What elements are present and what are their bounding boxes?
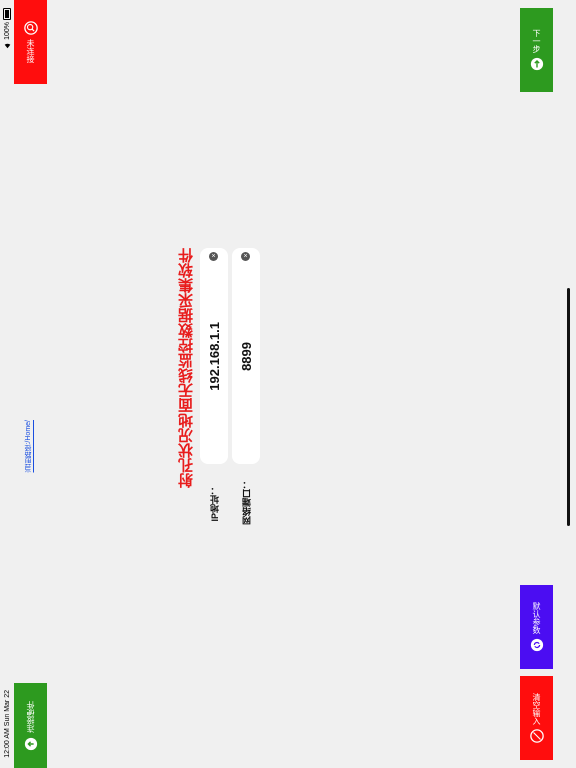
scroll-indicator[interactable] [567,288,570,526]
disconnected-button[interactable]: 未连接 [14,0,47,84]
arrow-up-circle-icon [530,57,543,71]
connect-hardware-button[interactable]: 连接硬件 [14,683,47,768]
status-bar-time: 12:00 AM Sun Mar 22 [0,680,14,768]
clear-x-icon[interactable]: × [209,252,218,261]
refresh-icon [530,638,543,652]
network-port-value: 8899 [238,341,254,371]
status-bar-right: 100% [0,8,14,60]
disconnected-label: 未连接 [26,39,35,63]
status-time-date: 12:00 AM Sun Mar 22 [3,690,11,758]
current-path-link[interactable]: 当前路径:/Home/ [24,420,34,473]
battery-percent: 100% [3,22,11,40]
arrow-down-circle-icon [24,737,37,750]
no-entry-icon [529,729,544,743]
default-params-button[interactable]: 默认参数 [520,585,553,669]
clear-x-icon[interactable]: × [241,252,250,261]
network-port-label: 网络端口： [242,480,252,525]
next-step-button[interactable]: 下一步 [520,8,553,92]
next-step-label: 下一步 [532,29,541,53]
ip-address-input[interactable]: 192.168.1.1 × [200,248,228,464]
clear-input-button[interactable]: 清空输入 [520,676,553,760]
app-title: 射孔状况地面无线监控数据采集软件 [178,248,195,488]
wifi-icon [4,43,10,49]
connect-hardware-label: 连接硬件 [26,700,35,733]
battery-icon [3,8,11,20]
clear-input-label: 清空输入 [532,693,541,725]
network-port-input[interactable]: 8899 × [232,248,260,464]
ip-address-label: IP地址： [210,486,220,522]
ip-address-value: 192.168.1.1 [206,321,222,391]
search-icon [23,21,38,35]
default-params-label: 默认参数 [532,602,541,634]
